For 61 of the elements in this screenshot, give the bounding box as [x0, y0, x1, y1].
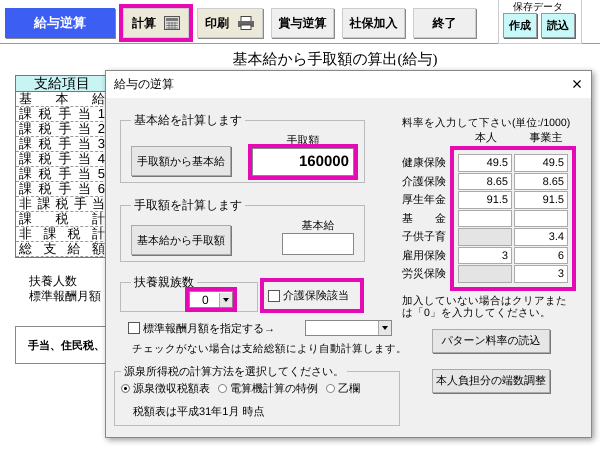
rate-field[interactable]: 6: [514, 246, 568, 264]
tax-method-radio[interactable]: 源泉徴収税額表: [121, 381, 210, 396]
toolbar-button[interactable]: 印刷: [197, 8, 263, 38]
rate-field[interactable]: [514, 210, 568, 227]
save-data-button[interactable]: 作成: [503, 13, 537, 38]
save-data-label: 保存データ: [513, 3, 563, 13]
column-header: 事業主: [528, 130, 564, 145]
rate-field[interactable]: 91.5: [514, 191, 568, 208]
sheet-label: 扶養人数: [29, 274, 77, 289]
rate-field[interactable]: [458, 210, 512, 227]
field-label: 基本給: [302, 219, 334, 233]
row-label: 介護保険: [402, 174, 447, 190]
row-label: 子供子育: [402, 230, 447, 245]
tax-method-radio[interactable]: 乙欄: [326, 381, 360, 396]
table-header: 支給項目: [16, 76, 108, 92]
calculate-button[interactable]: 基本給から手取額: [131, 225, 231, 255]
row-label: 基 金: [402, 212, 447, 226]
tax-table-note: 税額表は平成31年1月 時点: [133, 404, 266, 419]
group-label: 源泉所得税の計算方法を選択してください。: [123, 364, 345, 379]
calculate-button[interactable]: 手取額から基本給: [131, 146, 231, 176]
row-label: 健康保険: [402, 156, 447, 171]
radio-dot-icon[interactable]: [326, 384, 335, 393]
hint-text: 加入していない場合はクリアまたは「0」を入力してください。: [402, 294, 567, 318]
hint-text: チェックがない場合は支給総額により自動計算します。: [131, 342, 408, 356]
group-label: 基本給を計算します: [133, 112, 243, 129]
calculator-icon: [164, 16, 180, 30]
radio-dot-icon[interactable]: [121, 384, 130, 393]
rate-field[interactable]: 3: [458, 246, 512, 264]
rate-field[interactable]: 3: [514, 265, 568, 282]
page-title: 基本給から手取額の算出(給与): [232, 50, 438, 69]
rate-field[interactable]: 3.4: [514, 228, 568, 246]
toolbar-button[interactable]: 給与逆算: [5, 8, 115, 38]
nursing-checkbox[interactable]: 介護保険該当: [268, 288, 349, 303]
rate-field[interactable]: 49.5: [514, 154, 568, 172]
toolbar-button[interactable]: 社保加入: [342, 8, 405, 38]
rate-field[interactable]: 49.5: [458, 154, 512, 172]
rate-field[interactable]: 91.5: [458, 191, 512, 208]
column-header: 本人: [474, 131, 498, 145]
close-button[interactable]: ×: [563, 74, 591, 95]
toolbar-button[interactable]: 終了: [413, 8, 476, 38]
row-label: 雇用保険: [402, 248, 447, 264]
radio-dot-icon[interactable]: [218, 384, 227, 393]
standard-pay-checkbox[interactable]: 標準報酬月額を指定する→: [128, 320, 275, 336]
rate-field[interactable]: 8.65: [514, 172, 568, 190]
standard-pay-dropdown[interactable]: [305, 320, 392, 336]
toolbar-button[interactable]: 賞与逆算: [271, 8, 334, 38]
dialog-button[interactable]: 本人負担分の端数調整: [432, 368, 550, 392]
window-title: 給与の逆算: [114, 76, 174, 93]
group-label: 手取額を計算します: [133, 197, 243, 214]
row-label: 労災保険: [402, 267, 447, 282]
tax-method-radio[interactable]: 電算機計算の特例: [218, 381, 318, 396]
base-pay-field[interactable]: [282, 233, 354, 255]
group-label: 扶養親族数: [133, 274, 195, 291]
rate-field[interactable]: 8.65: [458, 172, 512, 190]
rates-title: 料率を入力して下さい(単位:/1000): [402, 116, 570, 130]
save-data-button[interactable]: 読込: [541, 13, 575, 38]
sheet-label: 標準報酬月額: [29, 289, 101, 304]
dialog-button[interactable]: パターン料率の読込: [432, 328, 550, 352]
printer-icon: [237, 16, 255, 30]
row-label: 厚生年金: [402, 193, 447, 208]
note-text: 手当、住民税、: [28, 338, 105, 352]
